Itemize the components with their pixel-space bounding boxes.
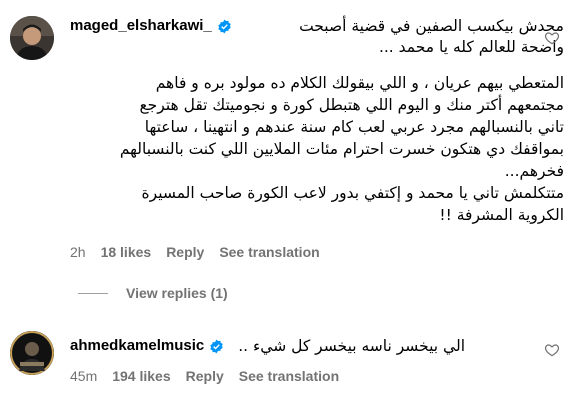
see-translation-button[interactable]: See translation: [219, 244, 319, 260]
comment-text: واضحة للعالم كله يا محمد ... المتعطي بيه…: [70, 36, 564, 226]
username[interactable]: ahmedkamelmusic: [70, 336, 204, 356]
comment-2: ahmedkamelmusic الي بيخسر ناسه بيخسر كل …: [0, 322, 578, 412]
avatar[interactable]: [10, 16, 54, 60]
comment-line: المتعطي بيهم عريان ، و اللي بيقولك الكلا…: [155, 74, 564, 92]
comment-text-first-line: محدش بيكسب الصفين في قضية أصبحت: [299, 17, 564, 35]
heart-icon[interactable]: [544, 30, 560, 46]
comment-line: تاني بالنسبالهم مجرد عربي لعب كام سنة عن…: [144, 118, 564, 136]
see-translation-button[interactable]: See translation: [239, 368, 339, 384]
comment-meta: 45m 194 likes Reply See translation: [70, 368, 339, 384]
reply-button[interactable]: Reply: [166, 244, 204, 260]
comment-line: متتكلمش تاني يا محمد و إكتفي بدور لاعب ا…: [141, 184, 564, 202]
comment-line: بمواقفك دي هتكون خسرت احترام مئات الملاي…: [119, 140, 564, 158]
replies-divider: [78, 292, 108, 294]
comment-line-break: [70, 58, 564, 72]
verified-badge-icon: [218, 19, 231, 34]
comment-line: الكروية المشرفة !!: [439, 206, 564, 224]
verified-badge-icon: [210, 339, 223, 354]
heart-icon[interactable]: [544, 342, 560, 358]
comment-1: maged_elsharkawi_ محدش بيكسب الصفين في ق…: [0, 0, 578, 290]
comment-line: واضحة للعالم كله يا محمد ...: [378, 38, 564, 56]
comment-line: فخرهم...: [504, 162, 564, 180]
reply-button[interactable]: Reply: [186, 368, 224, 384]
comment-line: مجتمعهم أكتر منك و اليوم اللي هتبطل كورة…: [139, 96, 564, 114]
avatar[interactable]: [10, 331, 54, 375]
view-replies-label: View replies (1): [126, 285, 228, 301]
likes-count[interactable]: 194 likes: [112, 368, 170, 384]
username[interactable]: maged_elsharkawi_: [70, 16, 212, 36]
avatar-image-icon: [10, 331, 54, 375]
comment-text: الي بيخسر ناسه بيخسر كل شيء ..: [238, 337, 465, 355]
likes-count[interactable]: 18 likes: [101, 244, 152, 260]
comment-body: maged_elsharkawi_ محدش بيكسب الصفين في ق…: [70, 16, 564, 226]
view-replies-button[interactable]: View replies (1): [78, 285, 228, 301]
comment-meta: 2h 18 likes Reply See translation: [70, 244, 320, 260]
timestamp: 45m: [70, 368, 98, 384]
avatar-image-icon: [10, 16, 54, 60]
comment-body: ahmedkamelmusic الي بيخسر ناسه بيخسر كل …: [70, 336, 564, 356]
timestamp: 2h: [70, 244, 86, 260]
